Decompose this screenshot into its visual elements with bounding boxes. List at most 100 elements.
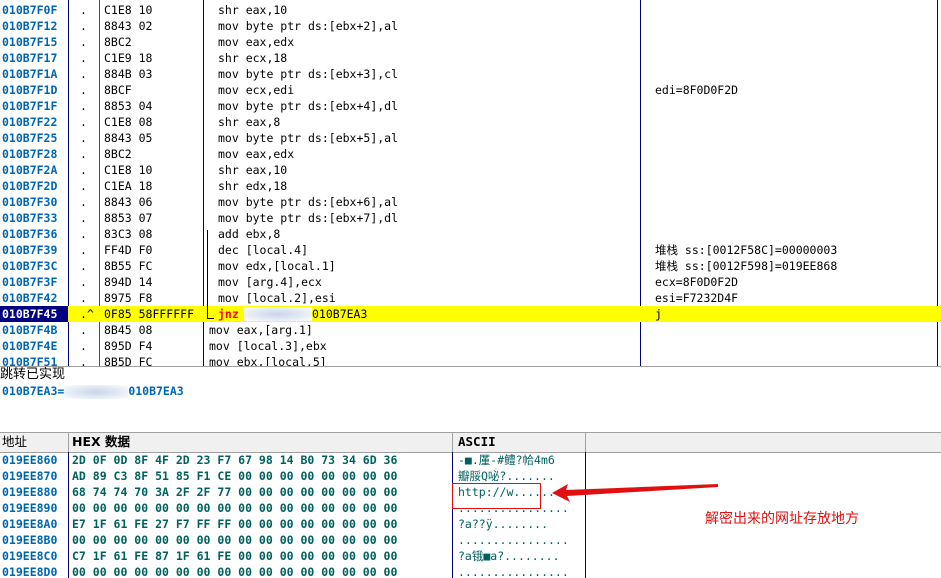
dump-address: 019EE880 xyxy=(2,485,58,499)
disasm-row[interactable]: 010B7F36. 83C3 08 add ebx,8 xyxy=(0,226,941,242)
instruction-text: mov byte ptr ds:[ebx+3],cl xyxy=(218,67,399,81)
red-arrow-icon xyxy=(552,484,718,502)
jump-bracket xyxy=(207,230,214,319)
disasm-row[interactable]: 010B7F4E. 895D F4 mov [local.3],ebx xyxy=(0,338,941,354)
col-header-address[interactable]: 地址 xyxy=(2,433,27,451)
disasm-row[interactable]: 010B7F51. 8B5D FC mov ebx,[local.5] xyxy=(0,354,941,366)
opcode-bytes: 83C3 08 xyxy=(104,227,153,241)
instruction-address: 010B7F12 xyxy=(2,19,58,33)
instruction-address: 010B7F22 xyxy=(2,115,58,129)
instruction-text: mov byte ptr ds:[ebx+6],al xyxy=(218,195,399,209)
disasm-row[interactable]: 010B7F42. 8975 F8 mov [local.2],esi esi=F72… xyxy=(0,290,941,306)
instruction-text: mov byte ptr ds:[ebx+4],dl xyxy=(218,99,399,113)
opcode-bytes: C1E9 18 xyxy=(104,51,153,65)
disasm-row[interactable]: 010B7F1A. 884B 03 mov byte ptr ds:[ebx+3],… xyxy=(0,66,941,82)
disasm-row[interactable]: 010B7F2D. C1EA 18 shr edx,18 xyxy=(0,178,941,194)
disasm-row[interactable]: 010B7F12. 8843 02 mov byte ptr ds:[ebx+2],… xyxy=(0,18,941,34)
dump-row[interactable]: 019EE870 AD 89 C3 8F 51 85 F1 CE 00 00 00… xyxy=(0,468,600,484)
dump-address: 019EE860 xyxy=(2,453,58,467)
opcode-bytes: 8843 06 xyxy=(104,195,153,209)
opcode-bytes: 894D 14 xyxy=(104,275,153,289)
jump-marker: . xyxy=(80,195,87,209)
dump-ascii-text: 瓣脮Q咇?....... xyxy=(458,469,555,483)
jump-marker: . xyxy=(80,35,87,49)
disasm-row[interactable]: 010B7F39. FF4D F0 dec [local.4] 堆栈 ss:[0012… xyxy=(0,242,941,258)
annotation-text: 解密出来的网址存放地方 xyxy=(705,511,859,527)
dump-hex-bytes: C7 1F 61 FE 87 1F 61 FE 00 00 00 00 00 0… xyxy=(72,549,398,563)
instruction-text: mov ecx,edi xyxy=(218,83,295,97)
dump-hex-bytes: 2D 0F 0D 8F 4F 2D 23 F7 67 98 14 B0 73 3… xyxy=(72,453,398,467)
instruction-text: mov byte ptr ds:[ebx+7],dl xyxy=(218,211,399,225)
jump-marker: . xyxy=(80,3,87,17)
instruction-text: mov byte ptr ds:[ebx+5],al xyxy=(218,131,399,145)
dump-row[interactable]: 019EE8D0 00 00 00 00 00 00 00 00 00 00 00… xyxy=(0,564,600,578)
dump-row[interactable]: 019EE860 2D 0F 0D 8F 4F 2D 23 F7 67 98 14… xyxy=(0,452,600,468)
opcode-bytes: 8975 F8 xyxy=(104,291,153,305)
dump-header: 地址 HEX 数据 ASCII xyxy=(0,432,941,453)
jump-marker: . xyxy=(80,115,87,129)
header-divider[interactable] xyxy=(452,433,453,452)
instruction-address: 010B7F39 xyxy=(2,243,58,257)
instruction-address: 010B7F45 xyxy=(0,306,68,322)
col-header-hex[interactable]: HEX 数据 xyxy=(72,433,130,451)
instruction-address: 010B7F0F xyxy=(2,3,58,17)
opcode-bytes: C1EA 18 xyxy=(104,179,153,193)
instruction-address: 010B7F30 xyxy=(2,195,58,209)
opcode-bytes: 895D F4 xyxy=(104,339,153,353)
disasm-row[interactable]: 010B7F33. 8853 07 mov byte ptr ds:[ebx+7],… xyxy=(0,210,941,226)
instruction-address: 010B7F1A xyxy=(2,67,58,81)
dump-row[interactable]: 019EE8B0 00 00 00 00 00 00 00 00 00 00 00… xyxy=(0,532,600,548)
header-divider[interactable] xyxy=(585,433,586,452)
instruction-text: mov eax,[arg.1] xyxy=(209,323,313,337)
disasm-row[interactable]: 010B7F2A. C1E8 10 shr eax,10 xyxy=(0,162,941,178)
disasm-row[interactable]: 010B7F22. C1E8 08 shr eax,8 xyxy=(0,114,941,130)
instruction-text: shr eax,10 xyxy=(218,3,288,17)
opcode-bytes: 8843 05 xyxy=(104,131,153,145)
opcode-bytes: C1E8 08 xyxy=(104,115,153,129)
disasm-row[interactable]: 010B7F28. 8BC2 mov eax,edx xyxy=(0,146,941,162)
disassembly-pane[interactable]: 010B7F0F. C1E8 10 shr eax,10 010B7F12. 8843 … xyxy=(0,0,941,366)
opcode-bytes: 8B45 08 xyxy=(104,323,153,337)
disasm-row[interactable]: 010B7F25. 8843 05 mov byte ptr ds:[ebx+5],… xyxy=(0,130,941,146)
disasm-row[interactable]: 010B7F3C. 8B55 FC mov edx,[local.1] 堆栈 ss:[… xyxy=(0,258,941,274)
disasm-row[interactable]: 010B7F1D. 8BCF mov ecx,edi edi=8F0D0F2D xyxy=(0,82,941,98)
instruction-address: 010B7F4B xyxy=(2,323,58,337)
disasm-row[interactable]: 010B7F0F. C1E8 10 shr eax,10 xyxy=(0,2,941,18)
instruction-address: 010B7F15 xyxy=(2,35,58,49)
jump-marker: . xyxy=(80,275,87,289)
instruction-text: jnz xyxy=(218,307,239,321)
dump-row[interactable]: 019EE8C0 C7 1F 61 FE 87 1F 61 FE 00 00 00… xyxy=(0,548,600,564)
dump-ascii-text: ?a锇■a?........ xyxy=(458,549,560,563)
dump-row[interactable]: 019EE8A0 E7 1F 61 FE 27 F7 FF FF 00 00 00… xyxy=(0,516,600,532)
disasm-row[interactable]: 010B7F4B. 8B45 08 mov eax,[arg.1] xyxy=(0,322,941,338)
pane-splitter[interactable] xyxy=(0,366,941,367)
jump-marker: . xyxy=(80,211,87,225)
instruction-text: mov eax,edx xyxy=(218,147,295,161)
disasm-row[interactable]: 010B7F15. 8BC2 mov eax,edx xyxy=(0,34,941,50)
disasm-row[interactable]: 010B7F17. C1E9 18 shr ecx,18 xyxy=(0,50,941,66)
jump-marker: . xyxy=(80,243,87,257)
jump-target: 010B7EA3 xyxy=(312,307,368,321)
opcode-bytes: 8B55 FC xyxy=(104,259,153,273)
header-divider[interactable] xyxy=(68,433,69,452)
jump-target-info: 010B7EA3= 010B7EA3 xyxy=(2,383,184,399)
disasm-row-selected[interactable]: 010B7F45 .^ 0F85 58FFFFFF jnz 010B7EA3 j xyxy=(0,306,941,322)
opcode-bytes: 8BC2 xyxy=(104,147,132,161)
col-header-ascii[interactable]: ASCII xyxy=(458,433,496,451)
instruction-address: 010B7F1D xyxy=(2,83,58,97)
disasm-row[interactable]: 010B7F30. 8843 06 mov byte ptr ds:[ebx+6],… xyxy=(0,194,941,210)
instruction-text: dec [local.4] xyxy=(218,243,309,257)
jump-marker: . xyxy=(80,147,87,161)
opcode-bytes: 0F85 58FFFFFF xyxy=(104,307,195,321)
jump-marker: . xyxy=(80,339,87,353)
opcode-bytes: C1E8 10 xyxy=(104,3,153,17)
jump-marker: . xyxy=(80,179,87,193)
redacted-blur xyxy=(244,307,312,321)
instruction-address: 010B7F51 xyxy=(2,355,58,366)
dump-hex-bytes: E7 1F 61 FE 27 F7 FF FF 00 00 00 00 00 0… xyxy=(72,517,398,531)
dump-hex-bytes: AD 89 C3 8F 51 85 F1 CE 00 00 00 00 00 0… xyxy=(72,469,398,483)
disasm-row[interactable]: 010B7F3F. 894D 14 mov [arg.4],ecx ecx=8F0D0… xyxy=(0,274,941,290)
instruction-text: mov edx,[local.1] xyxy=(218,259,336,273)
disasm-row[interactable]: 010B7F1F. 8853 04 mov byte ptr ds:[ebx+4],… xyxy=(0,98,941,114)
comment-text: ecx=8F0D0F2D xyxy=(655,275,739,289)
